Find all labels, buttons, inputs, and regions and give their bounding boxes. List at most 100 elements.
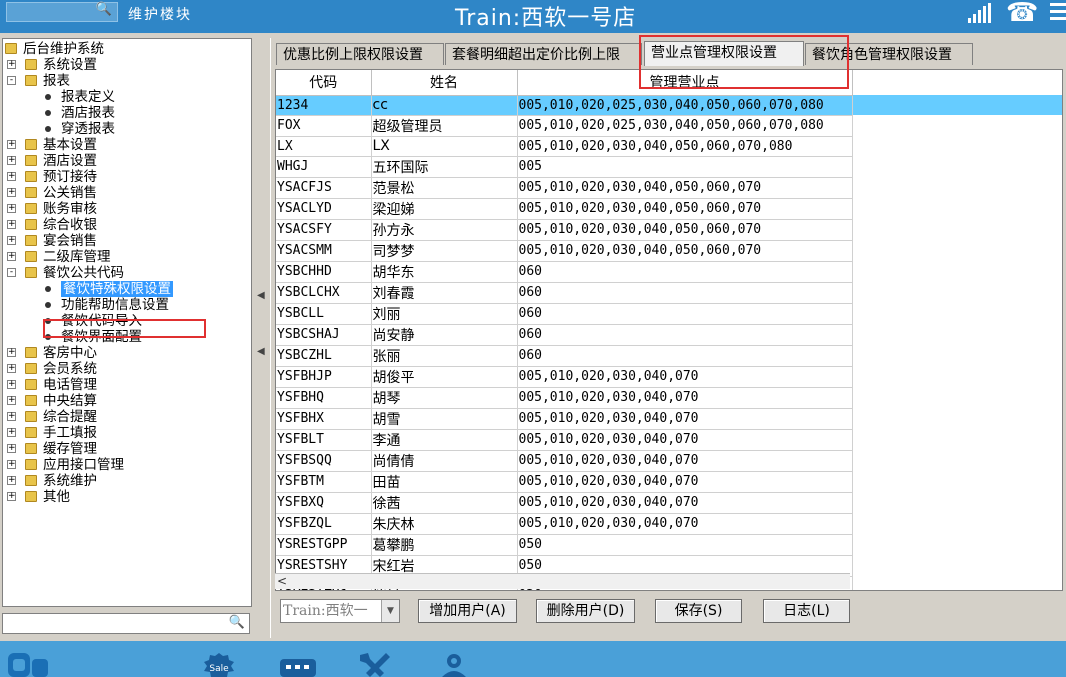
expand-icon[interactable]: + [7, 252, 16, 261]
cell-code[interactable]: YSFBXQ [276, 492, 372, 514]
cell-outlets[interactable]: 005,010,020,030,040,070 [517, 450, 853, 472]
expand-icon[interactable]: + [7, 364, 16, 373]
cell-code[interactable]: YSFBHX [276, 408, 372, 430]
search-icon[interactable]: 🔍 [229, 615, 245, 630]
table-row[interactable]: YSFBLT 李通 005,010,020,030,040,070 [276, 429, 1062, 451]
menu-icon[interactable] [1050, 3, 1066, 23]
expand-icon[interactable]: + [7, 236, 16, 245]
cell-name[interactable]: 李通 [371, 429, 518, 451]
table-row[interactable]: LX LX 005,010,020,030,040,050,060,070,080 [276, 136, 1062, 157]
cell-code[interactable]: 1234 [276, 95, 372, 116]
cell-code[interactable]: YSRESTGPP [276, 534, 372, 556]
cell-outlets[interactable]: 005,010,020,030,040,050,060,070 [517, 177, 853, 199]
chevron-down-icon[interactable]: ▼ [381, 600, 399, 622]
table-row[interactable]: YSFBHQ 胡琴 005,010,020,030,040,070 [276, 387, 1062, 409]
hotel-select[interactable]: Train:西软一 ▼ [280, 599, 400, 623]
expand-icon[interactable]: + [7, 492, 16, 501]
tree-search-input[interactable]: 🔍 [2, 613, 250, 634]
collapse-left-icon[interactable]: ◀ [257, 290, 265, 301]
table-row[interactable]: YSBCSHAJ 尚安静 060 [276, 324, 1062, 346]
expand-icon[interactable]: + [7, 172, 16, 181]
log-button[interactable]: 日志(L) [763, 599, 850, 623]
cell-outlets[interactable]: 060 [517, 345, 853, 367]
cell-name[interactable]: 刘丽 [371, 303, 518, 325]
cell-outlets[interactable]: 005,010,020,030,040,070 [517, 471, 853, 493]
cell-name[interactable]: 胡雪 [371, 408, 518, 430]
cell-code[interactable]: YSFBLT [276, 429, 372, 451]
table-row[interactable]: YSACSMM 司梦梦 005,010,020,030,040,050,060,07… [276, 240, 1062, 262]
cell-name[interactable]: cc [371, 95, 518, 116]
cell-name[interactable]: 梁迎娣 [371, 198, 518, 220]
table-row[interactable]: 1234 cc 005,010,020,025,030,040,050,060,07… [276, 95, 1062, 116]
cell-outlets[interactable]: 050 [517, 534, 853, 556]
table-row[interactable]: YSFBXQ 徐茜 005,010,020,030,040,070 [276, 492, 1062, 514]
cell-name[interactable]: 孙方永 [371, 219, 518, 241]
horizontal-scrollbar[interactable]: < [275, 573, 850, 589]
cell-name[interactable]: 胡华东 [371, 261, 518, 283]
app-logo-icon[interactable] [8, 651, 64, 677]
delete-user-button[interactable]: 删除用户(D) [536, 599, 635, 623]
add-user-button[interactable]: 增加用户(A) [418, 599, 517, 623]
cell-code[interactable]: YSBCLL [276, 303, 372, 325]
expand-icon[interactable]: + [7, 60, 16, 69]
cell-name[interactable]: 葛攀鹏 [371, 534, 518, 556]
cell-name[interactable]: 司梦梦 [371, 240, 518, 262]
cell-name[interactable]: 范景松 [371, 177, 518, 199]
table-row[interactable]: YSFBSQQ 尚倩倩 005,010,020,030,040,070 [276, 450, 1062, 472]
expand-icon[interactable]: + [7, 156, 16, 165]
cell-name[interactable]: 徐茜 [371, 492, 518, 514]
cell-code[interactable]: YSACLYD [276, 198, 372, 220]
cell-name[interactable]: 胡俊平 [371, 366, 518, 388]
tools-icon[interactable] [356, 651, 392, 677]
cell-code[interactable]: YSBCZHL [276, 345, 372, 367]
collapse-right-icon[interactable]: ◀ [257, 346, 265, 357]
table-row[interactable]: FOX 超级管理员 005,010,020,025,030,040,050,060,… [276, 115, 1062, 137]
user-icon[interactable] [436, 651, 472, 677]
cell-code[interactable]: YSFBSQQ [276, 450, 372, 472]
column-header-name[interactable]: 姓名 [371, 70, 518, 96]
table-row[interactable]: YSBCHHD 胡华东 060 [276, 261, 1062, 283]
table-row[interactable]: YSFBTM 田苗 005,010,020,030,040,070 [276, 471, 1062, 493]
cell-code[interactable]: YSBCHHD [276, 261, 372, 283]
table-row[interactable]: YSFBZQL 朱庆林 005,010,020,030,040,070 [276, 513, 1062, 535]
cell-code[interactable]: FOX [276, 115, 372, 137]
column-header-code[interactable]: 代码 [276, 70, 372, 96]
expand-icon[interactable]: + [7, 348, 16, 357]
cell-code[interactable]: YSFBHQ [276, 387, 372, 409]
cell-outlets[interactable]: 005,010,020,030,040,070 [517, 366, 853, 388]
cell-code[interactable]: YSACFJS [276, 177, 372, 199]
table-row[interactable]: YSACFJS 范景松 005,010,020,030,040,050,060,07… [276, 177, 1062, 199]
table-row[interactable]: YSRESTGPP 葛攀鹏 050 [276, 534, 1062, 556]
cell-outlets[interactable]: 005,010,020,030,040,070 [517, 492, 853, 514]
tab-package-limit[interactable]: 套餐明细超出定价比例上限 [445, 43, 642, 65]
table-row[interactable]: YSACLYD 梁迎娣 005,010,020,030,040,050,060,07… [276, 198, 1062, 220]
table-row[interactable]: YSFBHX 胡雪 005,010,020,030,040,070 [276, 408, 1062, 430]
cell-name[interactable]: 刘春霞 [371, 282, 518, 304]
cell-code[interactable]: LX [276, 136, 372, 157]
cell-name[interactable]: LX [371, 136, 518, 157]
expand-icon[interactable]: + [7, 460, 16, 469]
cell-outlets[interactable]: 005,010,020,025,030,040,050,060,070,080 [517, 95, 853, 116]
table-row[interactable]: YSFBHJP 胡俊平 005,010,020,030,040,070 [276, 366, 1062, 388]
expand-icon[interactable]: + [7, 220, 16, 229]
expand-icon[interactable]: + [7, 396, 16, 405]
phone-icon[interactable]: ☎ [1006, 0, 1038, 28]
expand-icon[interactable]: + [7, 428, 16, 437]
cell-name[interactable]: 超级管理员 [371, 115, 518, 137]
collapse-icon[interactable]: - [7, 76, 16, 85]
cell-code[interactable]: YSBCSHAJ [276, 324, 372, 346]
cell-name[interactable]: 尚倩倩 [371, 450, 518, 472]
cell-name[interactable]: 胡琴 [371, 387, 518, 409]
cell-name[interactable]: 朱庆林 [371, 513, 518, 535]
expand-icon[interactable]: + [7, 380, 16, 389]
cell-outlets[interactable]: 005,010,020,030,040,050,060,070 [517, 219, 853, 241]
save-button[interactable]: 保存(S) [655, 599, 742, 623]
cell-outlets[interactable]: 060 [517, 261, 853, 283]
collapse-icon[interactable]: - [7, 268, 16, 277]
tab-discount-limit[interactable]: 优惠比例上限权限设置 [276, 43, 444, 65]
expand-icon[interactable]: + [7, 412, 16, 421]
cell-code[interactable]: WHGJ [276, 156, 372, 178]
sale-icon[interactable]: Sale [200, 651, 238, 677]
table-row[interactable]: YSBCLL 刘丽 060 [276, 303, 1062, 325]
cell-outlets[interactable]: 060 [517, 324, 853, 346]
